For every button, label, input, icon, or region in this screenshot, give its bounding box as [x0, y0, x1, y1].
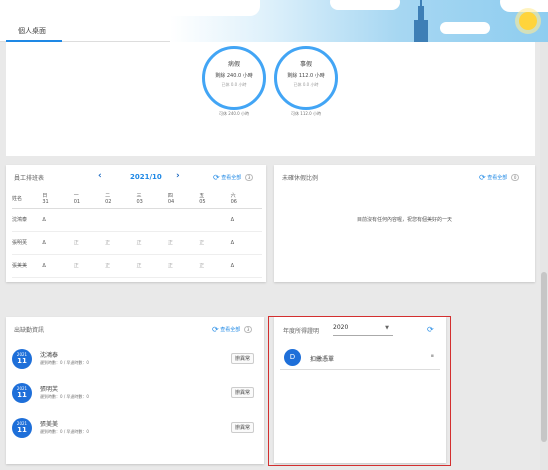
leave-type-title: 事假 — [299, 61, 312, 68]
leave-remaining: 剩餘 240.0 小時 — [215, 73, 253, 79]
table-row: 沈鴻泰 ΔΔ — [12, 208, 262, 231]
leave-summary-card: 病假 剩餘 240.0 小時 已休 0.0 小時 可休 240.0 小時 事假 … — [6, 42, 535, 156]
list-item: 2021 11 張明芙 遲到時數：0 / 早退時數：0 辦異常 — [12, 381, 258, 409]
attendance-view-all[interactable]: ⟳ 查看全部 3 — [212, 325, 253, 334]
highlight-frame — [268, 316, 451, 466]
count-badge: 0 — [510, 174, 520, 181]
list-item: 2021 11 沈鴻泰 遲到時數：0 / 早退時數：0 辦異常 — [12, 347, 258, 375]
report-exception-button[interactable]: 辦異常 — [230, 387, 254, 398]
personal-leave-ring[interactable]: 事假 剩餘 112.0 小時 已休 0.0 小時 — [274, 46, 338, 110]
refresh-icon: ⟳ — [479, 173, 486, 182]
page-scrollbar[interactable] — [540, 42, 548, 470]
month-label: 2021/10 — [130, 173, 162, 181]
schedule-view-all[interactable]: ⟳ 查看全部 3 — [213, 173, 254, 182]
report-exception-button[interactable]: 辦異常 — [230, 353, 254, 364]
tab-personal-desktop[interactable]: 個人桌面 — [6, 18, 62, 42]
schedule-table: 姓名 日 31 一 01 二 02 三 03 四 04 五 05 六 06 沈鴻泰 ΔΔ 張明… — [12, 190, 262, 278]
leave-used: 已休 0.0 小時 — [221, 82, 247, 87]
leave-type-title: 病假 — [227, 61, 240, 68]
date-badge: 2021 11 — [12, 349, 32, 369]
card-title: 未確休假比例 — [282, 175, 319, 182]
leave-available: 可休 240.0 小時 — [219, 111, 249, 116]
table-row: 張美美 Δ正正正正正Δ — [12, 254, 262, 277]
date-badge: 2021 11 — [12, 418, 32, 438]
sick-leave-ring[interactable]: 病假 剩餘 240.0 小時 已休 0.0 小時 — [202, 46, 266, 110]
top-header: 個人桌面 — [0, 0, 548, 42]
leave-remaining: 剩餘 112.0 小時 — [287, 73, 325, 79]
leave-used: 已休 0.0 小時 — [293, 82, 319, 87]
report-exception-button[interactable]: 辦異常 — [230, 422, 254, 433]
next-month-button[interactable]: › — [176, 171, 180, 181]
count-badge: 3 — [243, 326, 253, 333]
empty-message: 目前沒有任何內容喔，祝您有個美好的一天 — [356, 217, 452, 223]
prev-month-button[interactable]: ‹ — [98, 171, 102, 181]
leave-available: 可休 112.0 小時 — [291, 111, 321, 116]
header-banner — [170, 0, 548, 42]
refresh-icon: ⟳ — [212, 325, 219, 334]
attendance-card: 出缺勤資訊 ⟳ 查看全部 3 2021 11 沈鴻泰 遲到時數：0 / 早退時數：… — [6, 317, 264, 464]
list-item: 2021 11 張美美 遲到時數：0 / 早退時數：0 辦異常 — [12, 416, 258, 444]
date-badge: 2021 11 — [12, 383, 32, 403]
refresh-icon: ⟳ — [213, 173, 220, 182]
tower-icon — [414, 0, 428, 42]
count-badge: 3 — [244, 174, 254, 181]
unfinished-view-all[interactable]: ⟳ 查看全部 0 — [479, 173, 520, 182]
sun-icon — [519, 12, 537, 30]
scrollbar-thumb[interactable] — [541, 272, 547, 442]
card-title: 出缺勤資訊 — [14, 327, 45, 334]
unfinished-leave-card: 未確休假比例 ⟳ 查看全部 0 目前沒有任何內容喔，祝您有個美好的一天 — [274, 165, 535, 282]
schedule-card: 員工排班表 ‹ 2021/10 › ⟳ 查看全部 3 姓名 日 31 一 01 二0… — [6, 165, 266, 282]
table-row: 張明芙 Δ正正正正正Δ — [12, 231, 262, 254]
card-title: 員工排班表 — [14, 175, 45, 182]
